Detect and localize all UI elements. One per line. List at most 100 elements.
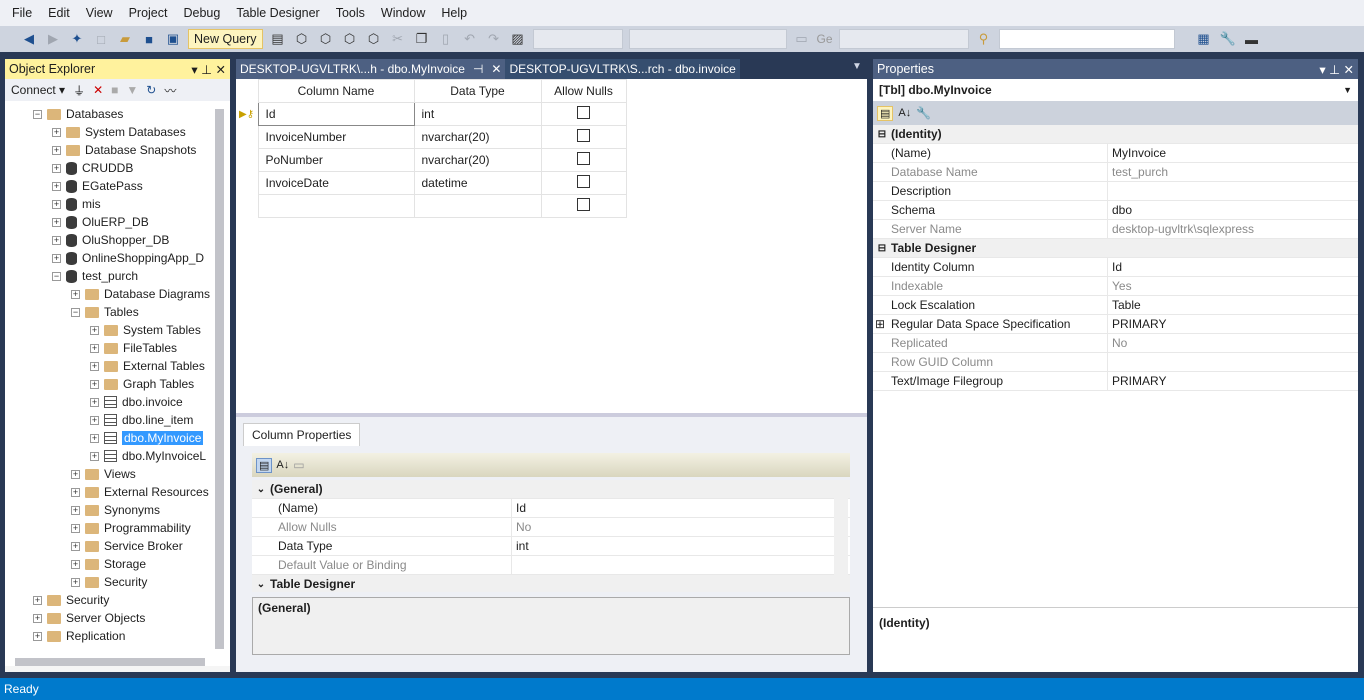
expand-icon[interactable]: + [52,145,61,155]
property-value[interactable]: Id [1108,260,1122,274]
data-type-cell[interactable]: datetime [413,171,542,195]
collapse-icon[interactable]: − [52,271,61,281]
allow-nulls-checkbox[interactable] [577,175,590,188]
menu-view[interactable]: View [78,6,121,20]
property-category[interactable]: ⊟ Table Designer [873,239,1358,258]
tree-item[interactable]: + dbo.MyInvoice [90,429,204,447]
header-data-type[interactable]: Data Type [413,79,542,103]
property-row[interactable]: Identity Column Id [873,257,1358,277]
expand-icon[interactable]: ⊞ [875,315,885,334]
collapse-icon[interactable]: ⌄ [252,579,270,590]
column-name-cell[interactable]: PoNumber [257,148,415,172]
property-value[interactable]: Yes [1108,279,1132,293]
wrench-icon[interactable]: 🔧 [1219,31,1237,47]
find-icon[interactable]: ⚲ [975,31,993,47]
expand-icon[interactable]: + [33,613,42,623]
menu-edit[interactable]: Edit [40,6,78,20]
expand-icon[interactable]: + [71,523,80,533]
tree-item[interactable]: − test_purch [52,267,138,285]
save-all-icon[interactable]: ▣ [164,31,182,47]
property-value[interactable]: MyInvoice [1108,146,1166,160]
open-file-icon[interactable]: ▰ [116,31,134,47]
add-item-icon[interactable]: □ [92,32,110,47]
property-category[interactable]: ⌄ (General) [252,480,850,499]
column-name-cell[interactable]: InvoiceDate [257,171,415,195]
connect-icon[interactable]: ⏚ [73,82,85,99]
data-type-cell[interactable]: nvarchar(20) [413,148,542,172]
back-icon[interactable]: ◀ [20,31,38,47]
redo-icon[interactable]: ↷ [485,31,503,47]
property-category[interactable]: ⊟ (Identity) [873,125,1358,144]
alphabetical-icon[interactable]: A↓ [276,459,289,471]
expand-icon[interactable]: + [52,217,61,227]
tree-item[interactable]: + mis [52,195,101,213]
tree-item[interactable]: + Replication [33,627,125,645]
column-properties-scrollbar[interactable] [834,497,848,592]
property-row[interactable]: ⊞ Regular Data Space Specification PRIMARY [873,314,1358,334]
tree-item[interactable]: + Views [71,465,136,483]
expand-icon[interactable]: + [71,505,80,515]
tree-item[interactable]: + dbo.line_item [90,411,193,429]
expand-icon[interactable]: + [71,289,80,299]
tree-item[interactable]: + Security [71,573,147,591]
expand-icon[interactable]: + [52,199,61,209]
document-tab[interactable]: DESKTOP-UGVLTRK\...h - dbo.MyInvoice ⊣ ✕ [236,59,506,79]
data-type-cell[interactable]: int [413,102,542,126]
stop-icon[interactable]: ■ [111,83,118,97]
toolbox-icon[interactable]: ▬ [1243,32,1261,47]
property-category[interactable]: ⌄ Table Designer [252,575,850,592]
pin-icon[interactable]: ⊣ [473,62,483,76]
alphabetical-icon[interactable]: A↓ [898,107,911,119]
tree-item[interactable]: + Graph Tables [90,375,194,393]
filter-icon[interactable]: ▼ [126,83,138,97]
property-row[interactable]: (Name) Id [252,498,850,518]
expand-icon[interactable]: + [90,325,99,335]
tree-item[interactable]: + CRUDDB [52,159,133,177]
header-column-name[interactable]: Column Name [257,79,415,103]
tree-item[interactable]: + External Resources [71,483,209,501]
tree-item[interactable]: − Databases [33,105,123,123]
property-value[interactable]: PRIMARY [1108,374,1166,388]
tree-vertical-scrollbar[interactable] [215,109,224,649]
tab-list-dropdown-icon[interactable]: ▼ [852,61,862,72]
new-query-button[interactable]: New Query [188,29,263,49]
table-row[interactable]: InvoiceNumber nvarchar(20) [239,125,627,149]
new-project-icon[interactable]: ✦ [68,31,86,47]
undo-icon[interactable]: ↶ [461,31,479,47]
property-row[interactable]: (Name) MyInvoice [873,143,1358,163]
property-row[interactable]: Default Value or Binding [252,555,850,575]
close-icon[interactable]: ✕ [491,62,501,76]
tree-item[interactable]: + Database Diagrams [71,285,210,303]
property-value[interactable]: No [512,520,531,534]
dax-query-icon[interactable]: ⬡ [365,31,383,47]
collapse-icon[interactable]: − [71,307,80,317]
property-value[interactable]: No [1108,336,1127,350]
expand-icon[interactable]: + [71,559,80,569]
activity-icon[interactable]: 〰 [164,82,176,99]
expand-icon[interactable]: + [52,127,61,137]
menu-project[interactable]: Project [121,6,176,20]
property-row[interactable]: Row GUID Column [873,352,1358,372]
xmla-query-icon[interactable]: ⬡ [341,31,359,47]
expand-icon[interactable]: + [33,631,42,641]
tree-item[interactable]: + dbo.invoice [90,393,183,411]
copy-icon[interactable]: ❐ [413,31,431,47]
tree-horizontal-scrollbar[interactable] [15,658,205,666]
tree-item[interactable]: + Storage [71,555,146,573]
property-row[interactable]: Allow Nulls No [252,517,850,537]
expand-icon[interactable]: + [52,235,61,245]
menu-window[interactable]: Window [373,6,433,20]
expand-icon[interactable]: + [71,577,80,587]
property-row[interactable]: Data Type int [252,536,850,556]
expand-icon[interactable]: + [71,541,80,551]
data-type-cell[interactable]: nvarchar(20) [413,125,542,149]
collapse-icon[interactable]: − [33,109,42,119]
vs-icon[interactable]: ▦ [1195,31,1213,47]
search-combo[interactable] [998,29,1175,49]
allow-nulls-checkbox[interactable] [577,106,590,119]
refresh-icon[interactable]: ↻ [146,83,156,97]
collapse-icon[interactable]: ⊟ [873,129,891,140]
expand-icon[interactable]: + [52,253,61,263]
tree-item[interactable]: + Synonyms [71,501,160,519]
allow-nulls-checkbox[interactable] [577,152,590,165]
